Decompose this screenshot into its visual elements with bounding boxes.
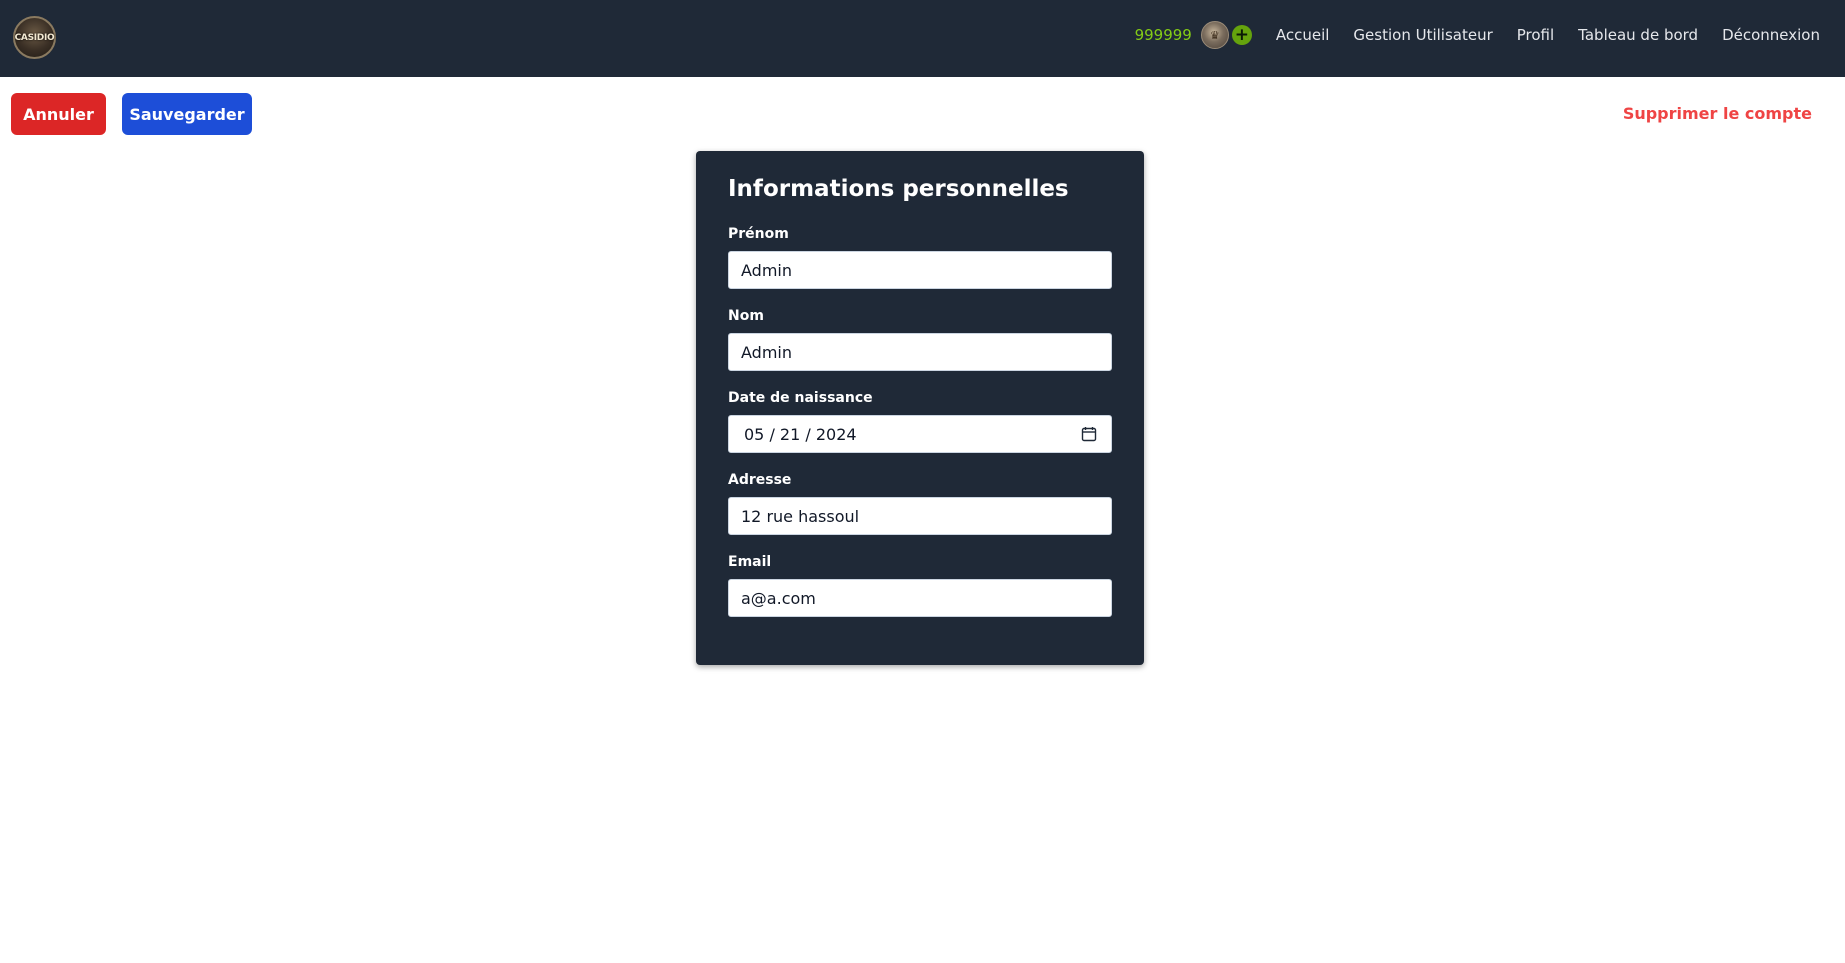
address-label: Adresse <box>728 472 792 488</box>
birthdate-input[interactable]: 05 / 21 / 2024 <box>728 415 1112 453</box>
add-credits-button[interactable]: + <box>1231 25 1252 45</box>
save-button[interactable]: Sauvegarder <box>122 93 252 135</box>
email-value: a@a.com <box>741 588 816 608</box>
first-name-value: Admin <box>741 260 792 280</box>
cancel-button[interactable]: Annuler <box>11 93 106 135</box>
logo-text: CASIDIO <box>14 32 55 43</box>
credits-balance: 999999 <box>1134 26 1192 44</box>
address-value: 12 rue hassoul <box>741 506 860 526</box>
first-name-input[interactable]: Admin <box>728 251 1112 289</box>
last-name-label: Nom <box>728 308 764 324</box>
personal-info-card: Informations personnelles Prénom Admin N… <box>696 151 1144 665</box>
birthdate-label: Date de naissance <box>728 390 873 406</box>
nav-link-deconnexion[interactable]: Déconnexion <box>1722 26 1820 44</box>
nav-link-tableau-de-bord[interactable]: Tableau de bord <box>1578 26 1698 44</box>
nav-link-gestion-utilisateur[interactable]: Gestion Utilisateur <box>1353 26 1492 44</box>
top-navbar: CASIDIO 999999 ♛ + Accueil Gestion Utili… <box>0 0 1845 77</box>
coin-icon: ♛ <box>1200 21 1229 49</box>
first-name-label: Prénom <box>728 226 789 242</box>
address-input[interactable]: 12 rue hassoul <box>728 497 1112 535</box>
casidio-logo[interactable]: CASIDIO <box>13 16 56 59</box>
delete-account-link[interactable]: Supprimer le compte <box>1623 104 1812 123</box>
last-name-value: Admin <box>741 342 792 362</box>
birthdate-value: 05 / 21 / 2024 <box>744 424 857 444</box>
last-name-input[interactable]: Admin <box>728 333 1112 371</box>
nav-right-group: 999999 ♛ + Accueil Gestion Utilisateur P… <box>1135 0 1820 70</box>
nav-link-accueil[interactable]: Accueil <box>1276 26 1330 44</box>
email-label: Email <box>728 554 772 570</box>
nav-link-profil[interactable]: Profil <box>1517 26 1554 44</box>
calendar-icon[interactable] <box>1081 426 1097 442</box>
card-title: Informations personnelles <box>728 176 1069 202</box>
email-input[interactable]: a@a.com <box>728 579 1112 617</box>
